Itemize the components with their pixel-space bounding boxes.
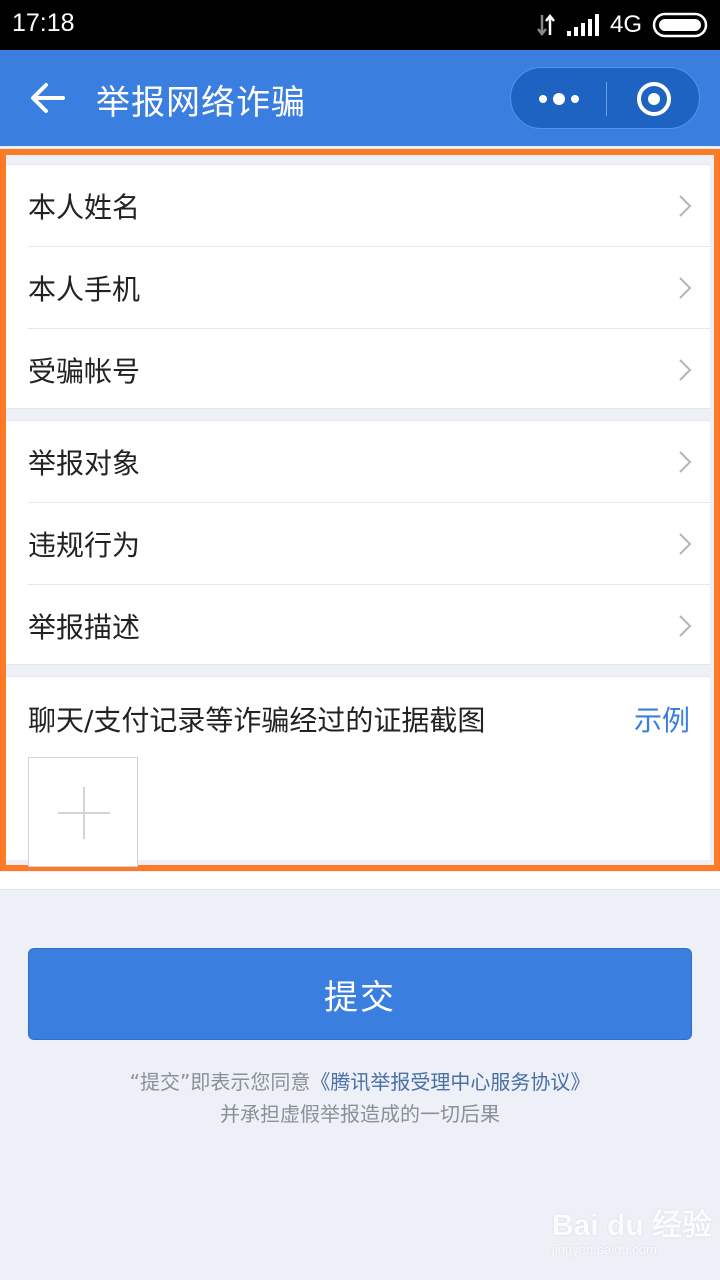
- form-row-violation[interactable]: 违规行为: [6, 503, 710, 585]
- more-dots-icon: [538, 93, 579, 105]
- close-mini-program-button[interactable]: [607, 68, 701, 130]
- agreement-text: “提交”即表示您同意《腾讯举报受理中心服务协议》 并承担虚假举报造成的一切后果: [0, 1066, 720, 1130]
- row-label: 本人姓名: [28, 191, 141, 224]
- chevron-right-icon: [679, 615, 692, 637]
- form-row-name[interactable]: 本人姓名: [6, 165, 710, 247]
- row-label: 受骗帐号: [28, 355, 141, 388]
- watermark-sub: jingyan.baidu.com: [552, 1242, 657, 1257]
- battery-icon: [652, 12, 708, 38]
- chevron-right-icon: [679, 451, 692, 473]
- status-icons: 4G: [536, 10, 708, 40]
- mini-program-capsule: [510, 67, 700, 129]
- evidence-group: 聊天/支付记录等诈骗经过的证据截图 示例: [6, 676, 710, 867]
- back-button[interactable]: [20, 74, 76, 122]
- form-row-description[interactable]: 举报描述: [6, 585, 710, 667]
- form-row-phone[interactable]: 本人手机: [6, 247, 710, 329]
- report-info-group: 举报对象 违规行为 举报描述: [6, 420, 710, 665]
- chevron-right-icon: [679, 359, 692, 381]
- row-label: 本人手机: [28, 273, 141, 306]
- target-close-icon: [637, 82, 671, 116]
- agreement-line2: 并承担虚假举报造成的一切后果: [220, 1102, 500, 1126]
- chevron-right-icon: [679, 533, 692, 555]
- chevron-right-icon: [679, 195, 692, 217]
- baidu-jingyan-watermark: Bai du 经验 jingyan.baidu.com: [552, 1200, 712, 1270]
- personal-info-group: 本人姓名 本人手机 受骗帐号: [6, 164, 710, 409]
- data-arrows-icon: [537, 13, 555, 37]
- page-title: 举报网络诈骗: [96, 83, 306, 123]
- service-agreement-link[interactable]: 《腾讯举报受理中心服务协议》: [310, 1070, 590, 1094]
- status-time: 17:18: [12, 9, 75, 37]
- back-arrow-icon: [31, 83, 65, 113]
- agreement-prefix: “提交”即表示您同意: [129, 1070, 311, 1094]
- form-bottom-strip: [0, 872, 720, 890]
- network-type: 4G: [609, 11, 642, 38]
- upload-image-button[interactable]: [28, 757, 138, 867]
- status-bar: 17:18 4G: [0, 0, 720, 50]
- example-link[interactable]: 示例: [634, 699, 690, 739]
- submit-button[interactable]: 提交: [28, 948, 692, 1040]
- row-label: 违规行为: [28, 529, 141, 562]
- agreement-line1: “提交”即表示您同意《腾讯举报受理中心服务协议》: [0, 1066, 720, 1098]
- signal-bars-icon: [566, 14, 599, 36]
- evidence-label: 聊天/支付记录等诈骗经过的证据截图: [28, 704, 486, 737]
- row-label: 举报对象: [28, 447, 141, 480]
- chevron-right-icon: [679, 277, 692, 299]
- form-row-account[interactable]: 受骗帐号: [6, 329, 710, 411]
- more-button[interactable]: [511, 68, 606, 130]
- form-row-target[interactable]: 举报对象: [6, 421, 710, 503]
- watermark-main: Bai du 经验: [552, 1209, 713, 1242]
- nav-bar: 举报网络诈骗: [0, 50, 720, 146]
- row-label: 举报描述: [28, 611, 141, 644]
